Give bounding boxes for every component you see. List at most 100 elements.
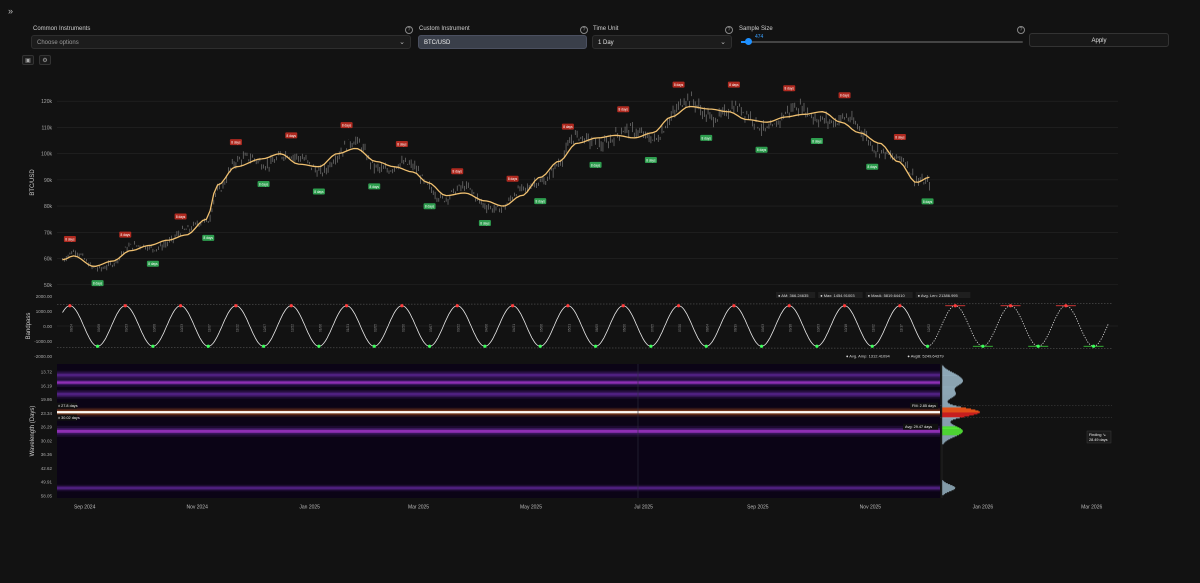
bandpass-trough-dot — [483, 344, 487, 348]
cycle-marker-label: 8 days — [204, 236, 214, 240]
x-axis-tick: Mar 2025 — [408, 505, 429, 511]
cycle-bottom-marker: 8 days — [700, 134, 713, 141]
heatmap-y-tick: 30.02 — [41, 438, 53, 443]
cycle-top-marker: 8 days — [451, 168, 464, 175]
cycle-marker-label: 8 days — [536, 200, 546, 204]
bandpass-trough-dot — [261, 344, 266, 348]
cycle-marker-label: 8 days — [757, 148, 767, 152]
cycle-top-marker: 8 days — [119, 231, 132, 238]
cycle-bottom-marker: 8 days — [312, 188, 325, 195]
bandpass-trough-dot — [981, 344, 985, 348]
cycle-marker-label: 8 days — [868, 165, 878, 169]
bandpass-peak-dot — [400, 304, 404, 308]
cycle-marker-label: 8 days — [785, 87, 795, 91]
x-axis-tick: Jul 2025 — [634, 505, 653, 511]
cycle-top-marker: 8 days — [395, 141, 408, 148]
cycle-marker-label: 8 days — [729, 83, 739, 87]
price-smooth-line — [62, 105, 930, 267]
cycle-top-marker: 8 days — [340, 122, 353, 129]
cycle-top-marker: 8 days — [783, 85, 796, 92]
cycle-top-marker: 8 days — [672, 81, 685, 88]
cycle-bottom-marker: 8 days — [866, 163, 879, 170]
cycle-top-marker: 8 days — [63, 235, 76, 242]
price-y-tick: 90k — [44, 178, 53, 184]
bandpass-date-label: 07/05 — [650, 324, 654, 332]
bandpass-date-label: 10/03 — [816, 324, 820, 332]
cycle-top-marker: 8 days — [893, 134, 906, 141]
bandpass-trough-dot — [95, 344, 100, 348]
heatmap-marker-text: ± 27.8 days — [58, 404, 78, 408]
cycle-marker-label: 8 days — [425, 205, 435, 209]
cycle-top-marker: 8 days — [727, 81, 740, 88]
x-axis-tick: Nov 2024 — [186, 505, 208, 511]
cycle-bottom-marker: 8 days — [146, 260, 159, 267]
x-axis-tick: Sep 2024 — [74, 505, 96, 511]
heatmap-y-tick: 19.86 — [41, 397, 53, 402]
bandpass-peak-dot — [676, 304, 681, 308]
bandpass-upper-envelope — [56, 303, 1113, 305]
bandpass-stat-text: ● AM: 366.24635 — [778, 293, 809, 298]
bandpass-peak-dot — [1064, 304, 1068, 308]
heatmap-y-label: Wavelength (Days) — [30, 406, 36, 457]
bandpass-stat: ● MaxA: 5819.64410 — [865, 292, 913, 298]
bandpass-trough-dot — [538, 344, 542, 348]
cycle-marker-label: 8 days — [176, 215, 186, 219]
price-y-tick: 60k — [44, 257, 53, 263]
heatmap-lower-marker: ± 30.02 days — [57, 414, 80, 421]
bandpass-date-label: 02/20 — [401, 324, 405, 332]
bandpass-trough-dot — [649, 344, 653, 348]
bandpass-stat-text: ● Avg. Len: 21386.995 — [918, 293, 959, 298]
bandpass-date-label: 07/20 — [678, 324, 682, 332]
bandpass-peak-dot — [455, 304, 459, 308]
bandpass-date-label: 08/19 — [733, 324, 737, 332]
bandpass-date-label: 11/22 — [235, 324, 239, 332]
price-y-tick: 70k — [44, 230, 53, 236]
bandpass-peak-dot — [234, 304, 238, 308]
bandpass-peak-dot — [621, 304, 625, 308]
cycle-marker-label: 8 days — [674, 83, 684, 87]
heatmap-band — [57, 429, 940, 433]
cycle-marker-label: 8 days — [591, 163, 601, 167]
heatmap-y-tick: 16.19 — [41, 383, 53, 388]
cycle-top-marker: 8 days — [838, 92, 851, 99]
cycle-marker-label: 8 days — [480, 221, 490, 225]
heatmap-y-tick: 23.34 — [41, 411, 53, 416]
heatmap-y-tick: 36.36 — [41, 452, 53, 457]
cycle-marker-label: 8 days — [314, 190, 324, 194]
heatmap-y-tick: 13.72 — [41, 370, 53, 375]
bandpass-date-label: 12/02 — [927, 324, 931, 332]
cycle-bottom-marker: 8 days — [755, 146, 768, 153]
bandpass-date-label: 11/07 — [208, 324, 212, 332]
bandpass-peak-dot — [289, 304, 293, 308]
bandpass-y-tick: 0.00 — [43, 324, 52, 329]
heatmap-avg-annotation: Avg: 29.47 days — [903, 423, 938, 430]
bandpass-stat-text: ● Max: 1454.91003 — [820, 293, 855, 298]
heatmap-dominant-core — [57, 411, 940, 414]
bandpass-trough-dot — [593, 344, 598, 348]
bandpass-trough-dot — [815, 344, 819, 348]
x-axis-tick: Nov 2025 — [860, 505, 882, 511]
bandpass-lower-envelope — [56, 347, 1113, 349]
price-y-tick: 110k — [42, 125, 53, 131]
cycle-marker-label: 8 days — [895, 135, 905, 139]
bandpass-peak-dot — [1008, 304, 1013, 308]
bandpass-stat: ● AvgB: 5249.64379 — [907, 354, 944, 359]
bandpass-peak-dot — [842, 304, 847, 308]
cycle-marker-label: 8 days — [646, 158, 656, 162]
bandpass-trough-dot — [206, 344, 210, 348]
heatmap-fm-annotation: FM: 2.85 days — [910, 402, 938, 409]
heatmap-annotation-text: FM: 2.85 days — [912, 404, 936, 408]
heatmap-band — [57, 393, 940, 396]
finding-title: Finding ↘ — [1089, 433, 1106, 437]
price-y-tick: 120k — [41, 99, 52, 105]
finding-value: 28.49 days — [1089, 438, 1108, 442]
x-axis-tick: Sep 2025 — [747, 505, 769, 511]
bandpass-peak-dot — [898, 304, 902, 308]
bandpass-date-label: 09/23 — [125, 324, 129, 332]
bandpass-date-label: 05/06 — [540, 324, 544, 332]
bandpass-peak-dot — [178, 304, 183, 308]
bandpass-date-label: 06/05 — [595, 324, 599, 332]
bandpass-date-label: 09/18 — [789, 324, 793, 332]
cycle-bottom-marker: 8 days — [534, 198, 547, 205]
bandpass-stat: ● Avg. Amp: 1312.41094 — [846, 354, 890, 359]
